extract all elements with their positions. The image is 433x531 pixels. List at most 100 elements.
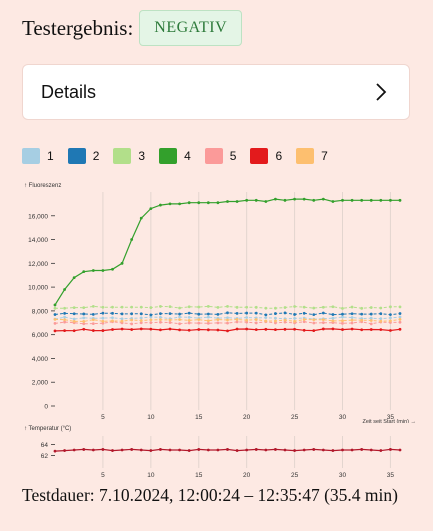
data-point: [178, 202, 181, 206]
data-point: [226, 329, 229, 333]
data-point: [159, 448, 162, 451]
data-point: [360, 318, 364, 322]
legend-item-1[interactable]: 1: [22, 148, 54, 164]
data-point: [235, 200, 239, 203]
data-point: [245, 327, 249, 331]
data-point: [206, 448, 210, 452]
data-point: [149, 318, 153, 322]
data-point: [216, 318, 220, 321]
legend-swatch: [22, 148, 40, 164]
legend-label: 4: [184, 149, 191, 163]
data-point: [264, 306, 268, 310]
data-point: [312, 321, 316, 325]
data-point: [139, 316, 143, 320]
data-point: [254, 318, 258, 321]
y-axis-label: ↑ Temperatur (°C): [24, 426, 71, 432]
data-point: [293, 197, 296, 201]
data-point: [254, 328, 258, 332]
data-point: [312, 448, 316, 451]
data-point: [360, 312, 364, 316]
legend-label: 5: [229, 149, 237, 163]
legend-item-2[interactable]: 2: [67, 148, 100, 164]
legend-item-3[interactable]: 3: [113, 148, 145, 164]
legend-label: 7: [321, 149, 328, 163]
y-tick-label: 64: [41, 442, 49, 449]
data-point: [398, 318, 402, 321]
data-point: [274, 316, 277, 320]
data-point: [293, 316, 296, 320]
data-point: [254, 305, 258, 309]
data-point: [226, 305, 229, 308]
data-point: [197, 321, 201, 325]
legend-label: 2: [92, 149, 100, 163]
details-button[interactable]: Details: [22, 64, 410, 120]
temperature-chart: 62 64 ↑ Temperatur (°C) 5 10 15 20 25 30 35: [24, 426, 402, 479]
test-result-badge: NEGATIV: [139, 10, 243, 46]
data-point: [398, 448, 402, 452]
data-point: [159, 318, 162, 322]
legend-item-5[interactable]: 5: [204, 148, 237, 164]
data-point: [302, 448, 306, 452]
data-point: [312, 306, 316, 310]
data-point: [254, 321, 258, 325]
data-point: [235, 327, 239, 331]
data-point: [379, 312, 383, 316]
legend-item-6[interactable]: 6: [250, 148, 282, 164]
data-point: [398, 305, 402, 309]
data-point: [187, 321, 191, 325]
data-point: [63, 315, 66, 319]
data-point: [360, 306, 364, 310]
data-point: [341, 198, 344, 202]
legend-swatch: [113, 148, 132, 164]
data-point: [197, 201, 201, 205]
data-point: [159, 312, 162, 316]
legend-item-7[interactable]: 7: [296, 148, 328, 164]
data-point: [235, 305, 239, 309]
data-point: [283, 306, 287, 309]
data-point: [321, 311, 325, 315]
data-point: [341, 306, 344, 310]
data-point: [312, 198, 316, 202]
data-point: [302, 318, 306, 321]
data-point: [369, 312, 373, 316]
data-point: [254, 311, 258, 315]
data-point: [82, 316, 86, 320]
data-point: [101, 305, 105, 309]
data-point: [178, 312, 181, 316]
legend-label: 6: [275, 149, 283, 163]
data-point: [235, 320, 239, 324]
data-point: [53, 321, 57, 325]
data-point: [321, 318, 325, 322]
data-point: [283, 311, 287, 315]
data-point: [350, 321, 354, 325]
data-point: [206, 201, 210, 205]
data-point: [139, 312, 143, 316]
data-point: [341, 312, 344, 316]
data-point: [264, 316, 268, 320]
data-point: [197, 328, 201, 331]
data-point: [91, 448, 95, 452]
data-point: [139, 216, 143, 220]
data-point: [312, 313, 316, 316]
data-point: [206, 328, 210, 332]
test-duration: Testdauer: 7.10.2024, 12:00:24 – 12:35:4…: [22, 485, 398, 505]
data-point: [216, 448, 220, 452]
data-point: [168, 305, 172, 309]
data-point: [321, 327, 325, 331]
data-point: [91, 322, 95, 326]
x-tick-label: 10: [147, 414, 155, 421]
data-point: [63, 288, 66, 291]
data-point: [82, 312, 86, 316]
data-point: [187, 315, 191, 319]
data-point: [274, 306, 277, 310]
data-point: [321, 197, 325, 201]
legend-item-4[interactable]: 4: [159, 148, 191, 164]
data-point: [216, 321, 220, 325]
data-point: [389, 198, 392, 202]
series-line-4: [54, 198, 400, 306]
data-point: [369, 328, 373, 331]
data-point: [341, 328, 344, 331]
data-point: [379, 198, 383, 202]
data-point: [187, 328, 191, 332]
y-tick-label: 2,000: [32, 380, 49, 387]
